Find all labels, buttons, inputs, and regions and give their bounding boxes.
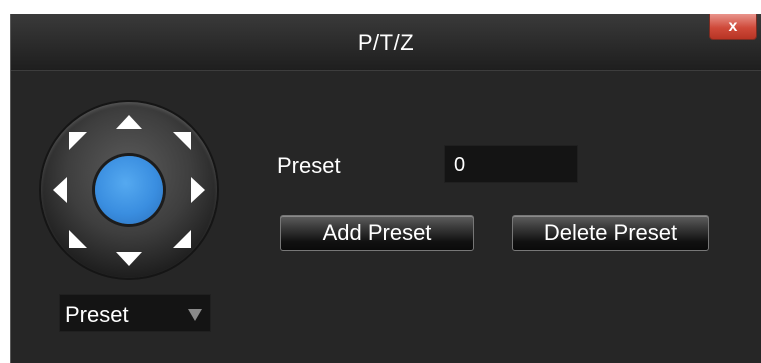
preset-label: Preset xyxy=(277,153,341,178)
chevron-down-icon xyxy=(188,309,202,321)
up-right-arrow-icon[interactable] xyxy=(171,130,193,152)
close-button[interactable]: x xyxy=(709,14,757,40)
ptz-window: P/T/Z x Preset 0 Add Preset Delete Prese… xyxy=(10,14,761,363)
down-arrow-icon[interactable] xyxy=(114,250,144,268)
up-arrow-icon[interactable] xyxy=(114,113,144,131)
up-left-arrow-icon[interactable] xyxy=(67,130,89,152)
delete-preset-button[interactable]: Delete Preset xyxy=(512,215,709,251)
title-bar: P/T/Z xyxy=(11,14,761,71)
preset-number-input[interactable]: 0 xyxy=(444,145,578,183)
mode-select[interactable]: Preset xyxy=(59,294,211,332)
center-button[interactable] xyxy=(95,156,163,224)
add-preset-button[interactable]: Add Preset xyxy=(280,215,474,251)
close-icon: x xyxy=(728,17,738,35)
left-arrow-icon[interactable] xyxy=(51,175,69,205)
mode-select-value: Preset xyxy=(65,302,129,327)
down-right-arrow-icon[interactable] xyxy=(171,228,193,250)
down-left-arrow-icon[interactable] xyxy=(67,228,89,250)
window-title: P/T/Z xyxy=(357,30,415,55)
direction-pad xyxy=(41,102,217,278)
right-arrow-icon[interactable] xyxy=(189,175,207,205)
